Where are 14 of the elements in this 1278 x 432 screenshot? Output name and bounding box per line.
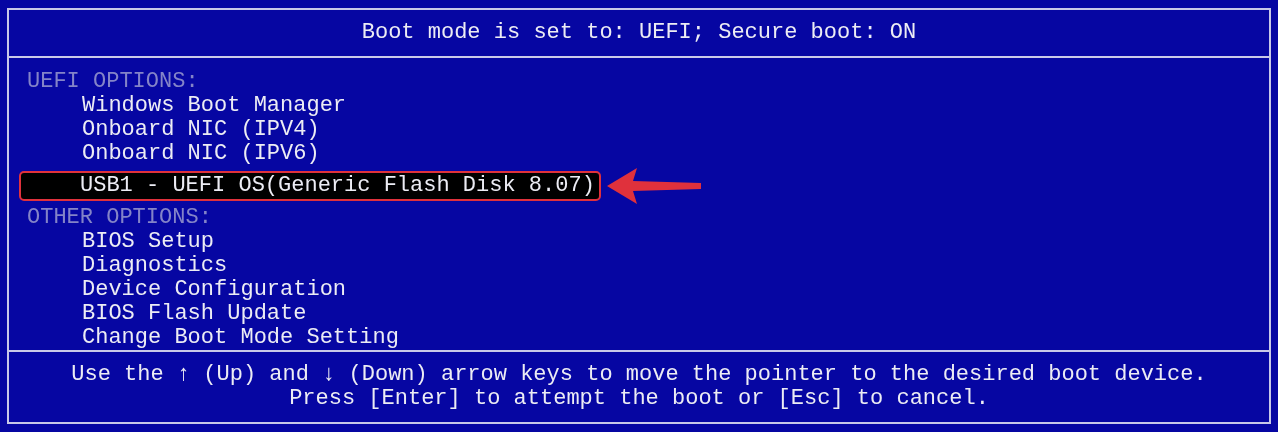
- boot-option[interactable]: Windows Boot Manager: [19, 93, 1259, 118]
- boot-option[interactable]: Onboard NIC (IPV6): [19, 141, 1259, 166]
- section-heading: UEFI OPTIONS:: [26, 69, 200, 94]
- boot-option[interactable]: BIOS Flash Update: [19, 301, 1259, 326]
- boot-option[interactable]: Diagnostics: [19, 253, 1259, 278]
- boot-option[interactable]: Onboard NIC (IPV4): [19, 117, 1259, 142]
- boot-mode-title: Boot mode is set to: UEFI; Secure boot: ON: [361, 21, 917, 44]
- boot-option[interactable]: Device Configuration: [19, 277, 1259, 302]
- instruction-text: Press [Enter] to attempt the boot or [Esc] to cancel.: [289, 386, 989, 411]
- selected-boot-option[interactable]: USB1 - UEFI OS(Generic Flash Disk 8.07): [19, 170, 601, 201]
- boot-option[interactable]: Change Boot Mode Setting: [19, 325, 1259, 350]
- section-heading: OTHER OPTIONS:: [26, 205, 213, 230]
- boot-option[interactable]: BIOS Setup: [19, 229, 1259, 254]
- instruction-text: Use the ↑ (Up) and ↓ (Down) arrow keys to move the pointer to the desired boot device.: [71, 362, 1207, 387]
